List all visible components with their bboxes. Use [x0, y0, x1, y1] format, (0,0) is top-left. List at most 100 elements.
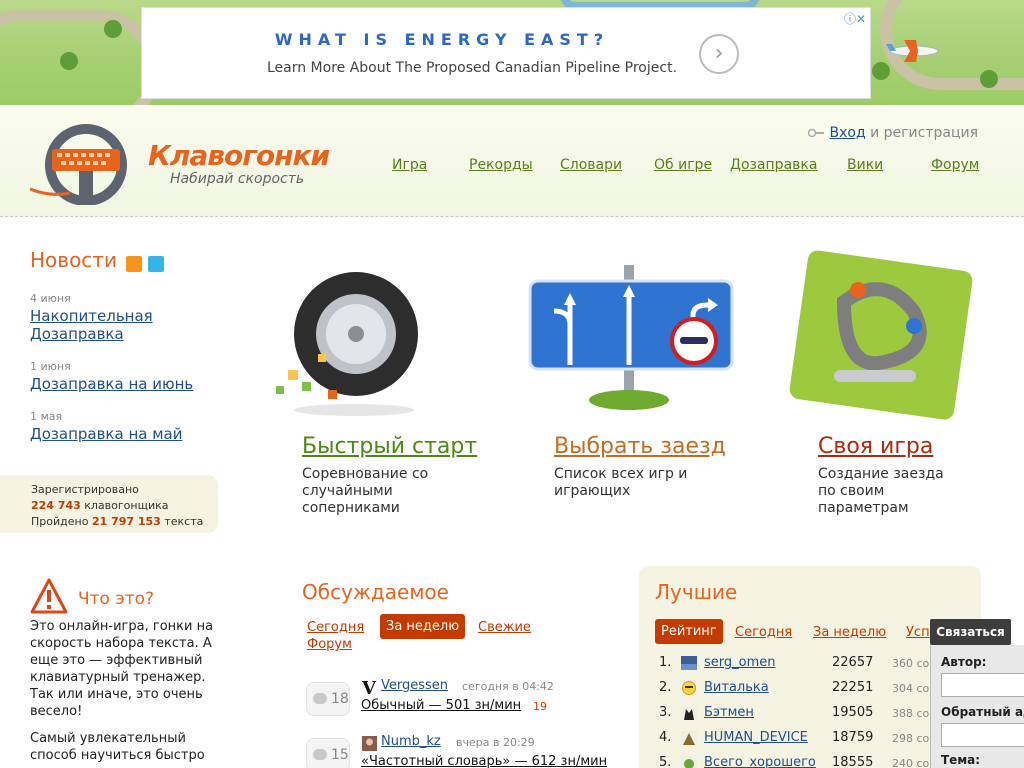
register-text: и регистрация — [865, 125, 978, 141]
advertisement[interactable]: ⓘ✕ WHAT IS ENERGY EAST? Learn More About… — [141, 7, 871, 99]
discussion-author[interactable]: Vergessen — [381, 678, 448, 693]
contact-reply-input[interactable] — [941, 723, 1024, 747]
avatar — [681, 656, 697, 670]
own-game-link[interactable]: Своя игра — [818, 434, 933, 459]
site-stats: Зарегистрировано 224 743 клавогонщика Пр… — [0, 475, 218, 533]
ad-arrow-icon[interactable]: › — [699, 34, 739, 74]
stats-registered-label: Зарегистрировано — [31, 483, 139, 496]
ad-info-icon[interactable]: ⓘ✕ — [844, 10, 866, 27]
news-title: Новости — [30, 248, 117, 272]
road-sign-illustration[interactable] — [528, 265, 734, 415]
contact-button[interactable]: Связаться — [930, 619, 1011, 645]
what-is-paragraph: Самый увлекательный способ научиться быс… — [30, 731, 205, 763]
rating-row: 1. serg_omen 22657 360 соревнований — [655, 655, 998, 675]
login-link[interactable]: Вход — [830, 125, 866, 141]
comment-icon — [313, 693, 327, 704]
news-link[interactable]: Дозаправка на июнь — [30, 375, 240, 393]
discussion-author[interactable]: Numb_kz — [381, 734, 441, 749]
what-is-paragraph: Это онлайн-игра, гонки на скорость набор… — [30, 619, 214, 719]
rating-rank: 4. — [659, 730, 672, 745]
tab-best-today[interactable]: Сегодня — [735, 625, 792, 640]
rating-score: 22657 — [832, 655, 874, 670]
stats-users-line: 224 743 клавогонщика — [31, 498, 218, 514]
news-link[interactable]: Дозаправка на май — [30, 425, 240, 443]
rating-rank: 5. — [659, 755, 672, 768]
rating-name[interactable]: serg_omen — [704, 655, 776, 670]
discussion-time: сегодня в 04:42 — [462, 680, 554, 693]
rating-rank: 2. — [659, 680, 672, 695]
site-header: Клавогонки Набирай скорость Вход и регис… — [0, 105, 1024, 217]
what-is-text: Это онлайн-игра, гонки на скорость набор… — [30, 618, 225, 764]
tab-fresh[interactable]: Свежие — [478, 620, 531, 635]
tree-decoration — [60, 52, 78, 70]
contact-topic-label: Тема: — [941, 753, 981, 767]
nav-forum[interactable]: Форум — [931, 157, 979, 173]
stats-users-suffix: клавогонщика — [80, 499, 169, 512]
tab-week[interactable]: За неделю — [380, 614, 466, 639]
rating-name[interactable]: Всего_хорошего — [704, 755, 816, 768]
tab-today[interactable]: Сегодня — [307, 620, 364, 635]
stats-users-count: 224 743 — [31, 499, 81, 512]
main-nav: Игра Рекорды Словари Об игре Дозаправка … — [0, 157, 1024, 177]
quick-start-link[interactable]: Быстрый старт — [302, 434, 477, 459]
rating-row: 2. Виталька 22251 304 соревнования — [655, 680, 998, 700]
tab-rating[interactable]: Рейтинг — [655, 619, 723, 644]
nav-dictionaries[interactable]: Словари — [560, 157, 622, 173]
rating-name[interactable]: Виталька — [704, 680, 769, 695]
discussion-topic[interactable]: «Частотный словарь» — 612 зн/мин — [361, 754, 607, 768]
rating-score: 18759 — [832, 730, 874, 745]
stats-texts-line: Пройдено 21 797 153 текста — [31, 514, 218, 530]
login-area: Вход и регистрация — [807, 125, 978, 141]
svg-text:V: V — [362, 680, 377, 695]
contact-author-input[interactable] — [941, 673, 1024, 697]
avatar — [362, 736, 377, 751]
comment-icon — [313, 749, 327, 760]
discussed-title: Обсуждаемое — [302, 580, 449, 604]
nav-records[interactable]: Рекорды — [469, 157, 533, 173]
twitter-icon[interactable] — [148, 256, 164, 272]
tab-best-success[interactable]: Усп — [906, 625, 930, 640]
tree-decoration — [872, 62, 890, 80]
rating-score: 19505 — [832, 705, 874, 720]
rating-name[interactable]: Бэтмен — [704, 705, 754, 720]
puzzle-illustration[interactable] — [784, 242, 980, 422]
choose-race-link[interactable]: Выбрать заезд — [554, 434, 726, 459]
rating-row: 5. Всего_хорошего 18555 240 соревнований — [655, 755, 998, 768]
discussion-comments: 19 — [533, 700, 547, 713]
contact-panel: Автор: Обратный адрес: Тема: — [930, 645, 1024, 768]
news-date: 4 июня — [30, 292, 71, 305]
rss-icon[interactable] — [126, 256, 142, 272]
avatar — [681, 756, 697, 768]
own-game-desc: Создание заезда по своим параметрам — [818, 466, 944, 516]
avatar — [681, 731, 697, 745]
comment-count[interactable]: 15 — [306, 738, 350, 768]
discussion-topic[interactable]: Обычный — 501 зн/мин — [361, 698, 521, 713]
comment-count[interactable]: 18 — [306, 682, 350, 716]
discussion-time: вчера в 20:29 — [456, 736, 535, 749]
stats-texts-count: 21 797 153 — [91, 515, 161, 528]
key-icon — [807, 128, 824, 138]
rating-score: 22251 — [832, 680, 874, 695]
best-title: Лучшие — [655, 580, 738, 604]
nav-refuel[interactable]: Дозаправка — [730, 157, 817, 173]
rating-name[interactable]: HUMAN_DEVICE — [704, 730, 808, 745]
news-item: 4 июня Накопительная Дозаправка — [30, 292, 240, 343]
news-date: 1 июня — [30, 360, 71, 373]
nav-game[interactable]: Игра — [392, 157, 427, 173]
tire-illustration[interactable] — [268, 250, 418, 418]
comment-count-value: 15 — [331, 747, 349, 763]
best-tabs: Рейтинг Сегодня За неделю Усп — [655, 619, 955, 647]
news-link[interactable]: Накопительная Дозаправка — [30, 307, 240, 343]
road-decoration — [0, 10, 160, 105]
top-banner: ⓘ✕ WHAT IS ENERGY EAST? Learn More About… — [0, 0, 1024, 105]
ad-title[interactable]: WHAT IS ENERGY EAST? — [142, 30, 742, 49]
avatar — [682, 681, 696, 695]
news-item: 1 мая Дозаправка на май — [30, 410, 240, 443]
nav-about[interactable]: Об игре — [654, 157, 712, 173]
tab-forum[interactable]: Форум — [307, 637, 352, 652]
contact-author-label: Автор: — [941, 655, 987, 669]
rating-score: 18555 — [832, 755, 874, 768]
nav-wiki[interactable]: Вики — [847, 157, 883, 173]
quick-start-desc: Соревнование со случайными соперниками — [302, 466, 429, 516]
tab-best-week[interactable]: За неделю — [813, 625, 886, 640]
